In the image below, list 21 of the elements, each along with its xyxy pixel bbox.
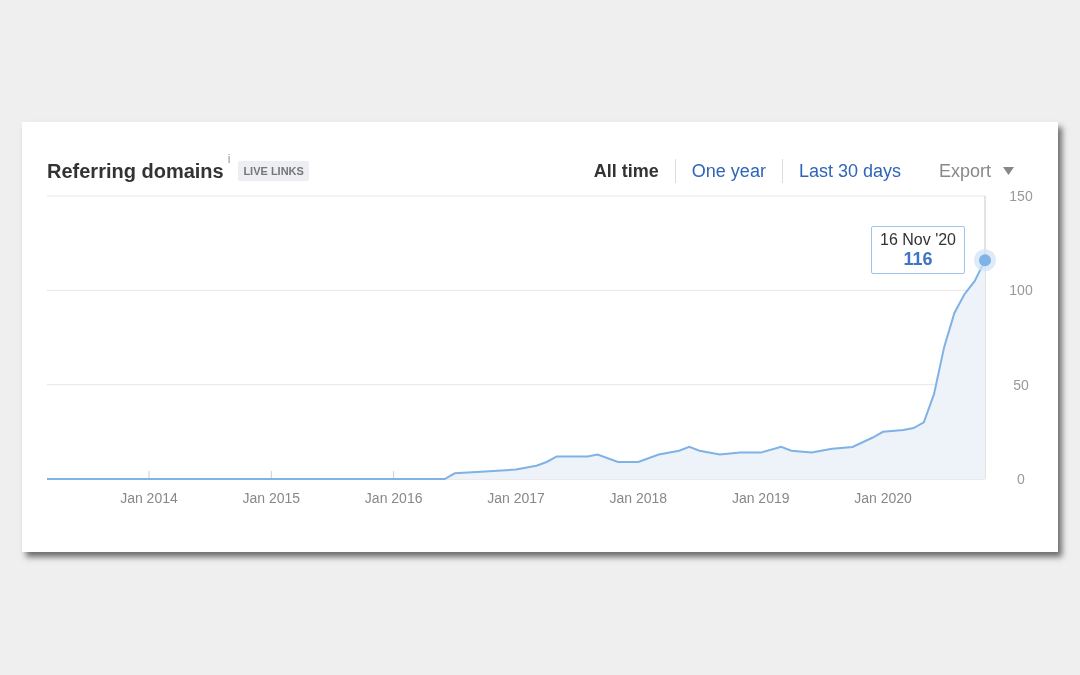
x-axis-label: Jan 2019 [731, 490, 790, 506]
y-axis-label: 150 [1009, 188, 1033, 204]
chart-title: Referring domains [47, 159, 224, 184]
time-range-tab[interactable]: All time [593, 157, 675, 185]
time-range-tab[interactable]: Last 30 days [782, 157, 917, 185]
export-button[interactable]: Export [916, 157, 1014, 185]
info-mark[interactable]: i [227, 150, 231, 168]
y-axis-label: 100 [1009, 282, 1033, 299]
y-axis-label: 50 [1013, 376, 1029, 393]
x-axis-label: Jan 2016 [364, 490, 423, 506]
x-axis-label: Jan 2015 [242, 490, 301, 506]
x-axis-label: Jan 2017 [487, 490, 545, 506]
x-axis-label: Jan 2014 [120, 490, 178, 506]
caret-icon [1003, 167, 1014, 175]
x-axis-label: Jan 2018 [609, 490, 668, 506]
live-links-tag: LIVE LINKS [238, 160, 309, 182]
tooltip-value: 116 [902, 249, 934, 271]
time-range-tab[interactable]: One year [675, 157, 782, 185]
tooltip-date: 16 Nov '20 [879, 230, 957, 250]
x-axis-label: Jan 2020 [854, 490, 912, 506]
y-axis-label: 0 [1017, 471, 1025, 487]
